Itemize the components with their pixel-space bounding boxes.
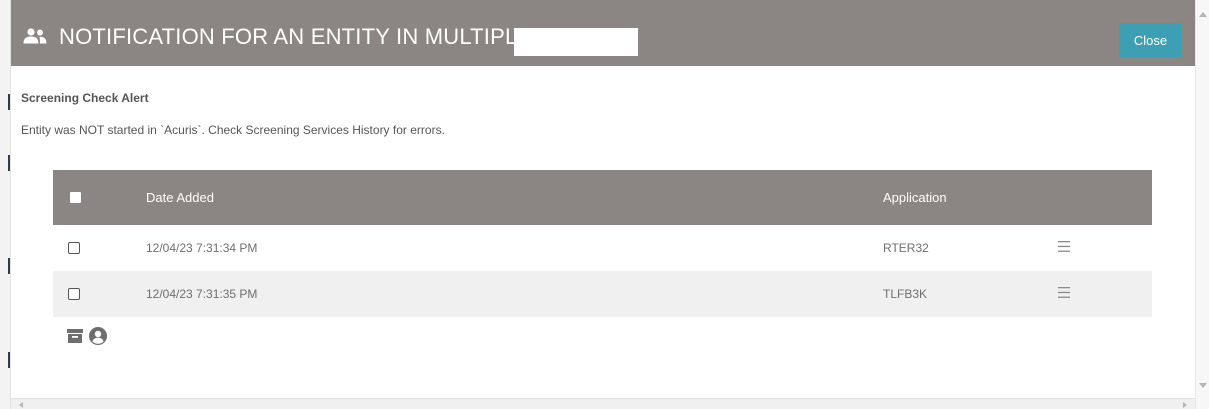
notification-modal: NOTIFICATION FOR AN ENTITY IN MULTIPL Cl… [11, 0, 1195, 398]
horizontal-scrollbar[interactable] [11, 398, 1195, 409]
row-checkbox[interactable] [68, 242, 80, 254]
date-added-cell: 12/04/23 7:31:35 PM [146, 287, 258, 301]
select-all-checkbox[interactable] [70, 192, 81, 203]
row-checkbox[interactable] [68, 288, 80, 300]
application-cell: RTER32 [883, 241, 929, 255]
entity-grid: Date Added Application 12/04/23 7:31:34 … [53, 170, 1152, 317]
scroll-left-arrow-icon[interactable] [19, 402, 23, 408]
background-mark [8, 352, 10, 368]
redaction-block [514, 28, 638, 56]
date-added-cell: 12/04/23 7:31:34 PM [146, 241, 258, 255]
background-mark [8, 94, 10, 110]
people-icon [23, 28, 47, 44]
modal-header: NOTIFICATION FOR AN ENTITY IN MULTIPL Cl… [11, 0, 1195, 66]
footer-actions [67, 327, 127, 347]
archive-icon[interactable] [67, 328, 83, 344]
table-row[interactable]: 12/04/23 7:31:34 PM RTER32 [53, 225, 1152, 271]
scroll-down-arrow-icon[interactable] [1199, 383, 1207, 388]
menu-icon[interactable] [1058, 287, 1070, 298]
background-mark [8, 258, 10, 274]
column-header-date-added[interactable]: Date Added [146, 190, 214, 205]
application-cell: TLFB3K [883, 287, 928, 301]
menu-icon[interactable] [1058, 241, 1070, 252]
close-button[interactable]: Close [1119, 23, 1182, 57]
background-mark [8, 155, 10, 171]
vertical-scrollbar[interactable] [1195, 0, 1209, 409]
grid-header: Date Added Application [53, 170, 1152, 225]
alert-message: Entity was NOT started in `Acuris`. Chec… [21, 123, 445, 137]
modal-title: NOTIFICATION FOR AN ENTITY IN MULTIPL [59, 24, 518, 49]
background-page-edge [0, 0, 11, 409]
scroll-right-arrow-icon[interactable] [1183, 402, 1187, 408]
alert-title: Screening Check Alert [21, 91, 149, 105]
column-header-application[interactable]: Application [883, 190, 947, 205]
user-circle-icon[interactable] [89, 327, 107, 345]
table-row[interactable]: 12/04/23 7:31:35 PM TLFB3K [53, 271, 1152, 317]
scroll-up-arrow-icon[interactable] [1199, 12, 1207, 17]
